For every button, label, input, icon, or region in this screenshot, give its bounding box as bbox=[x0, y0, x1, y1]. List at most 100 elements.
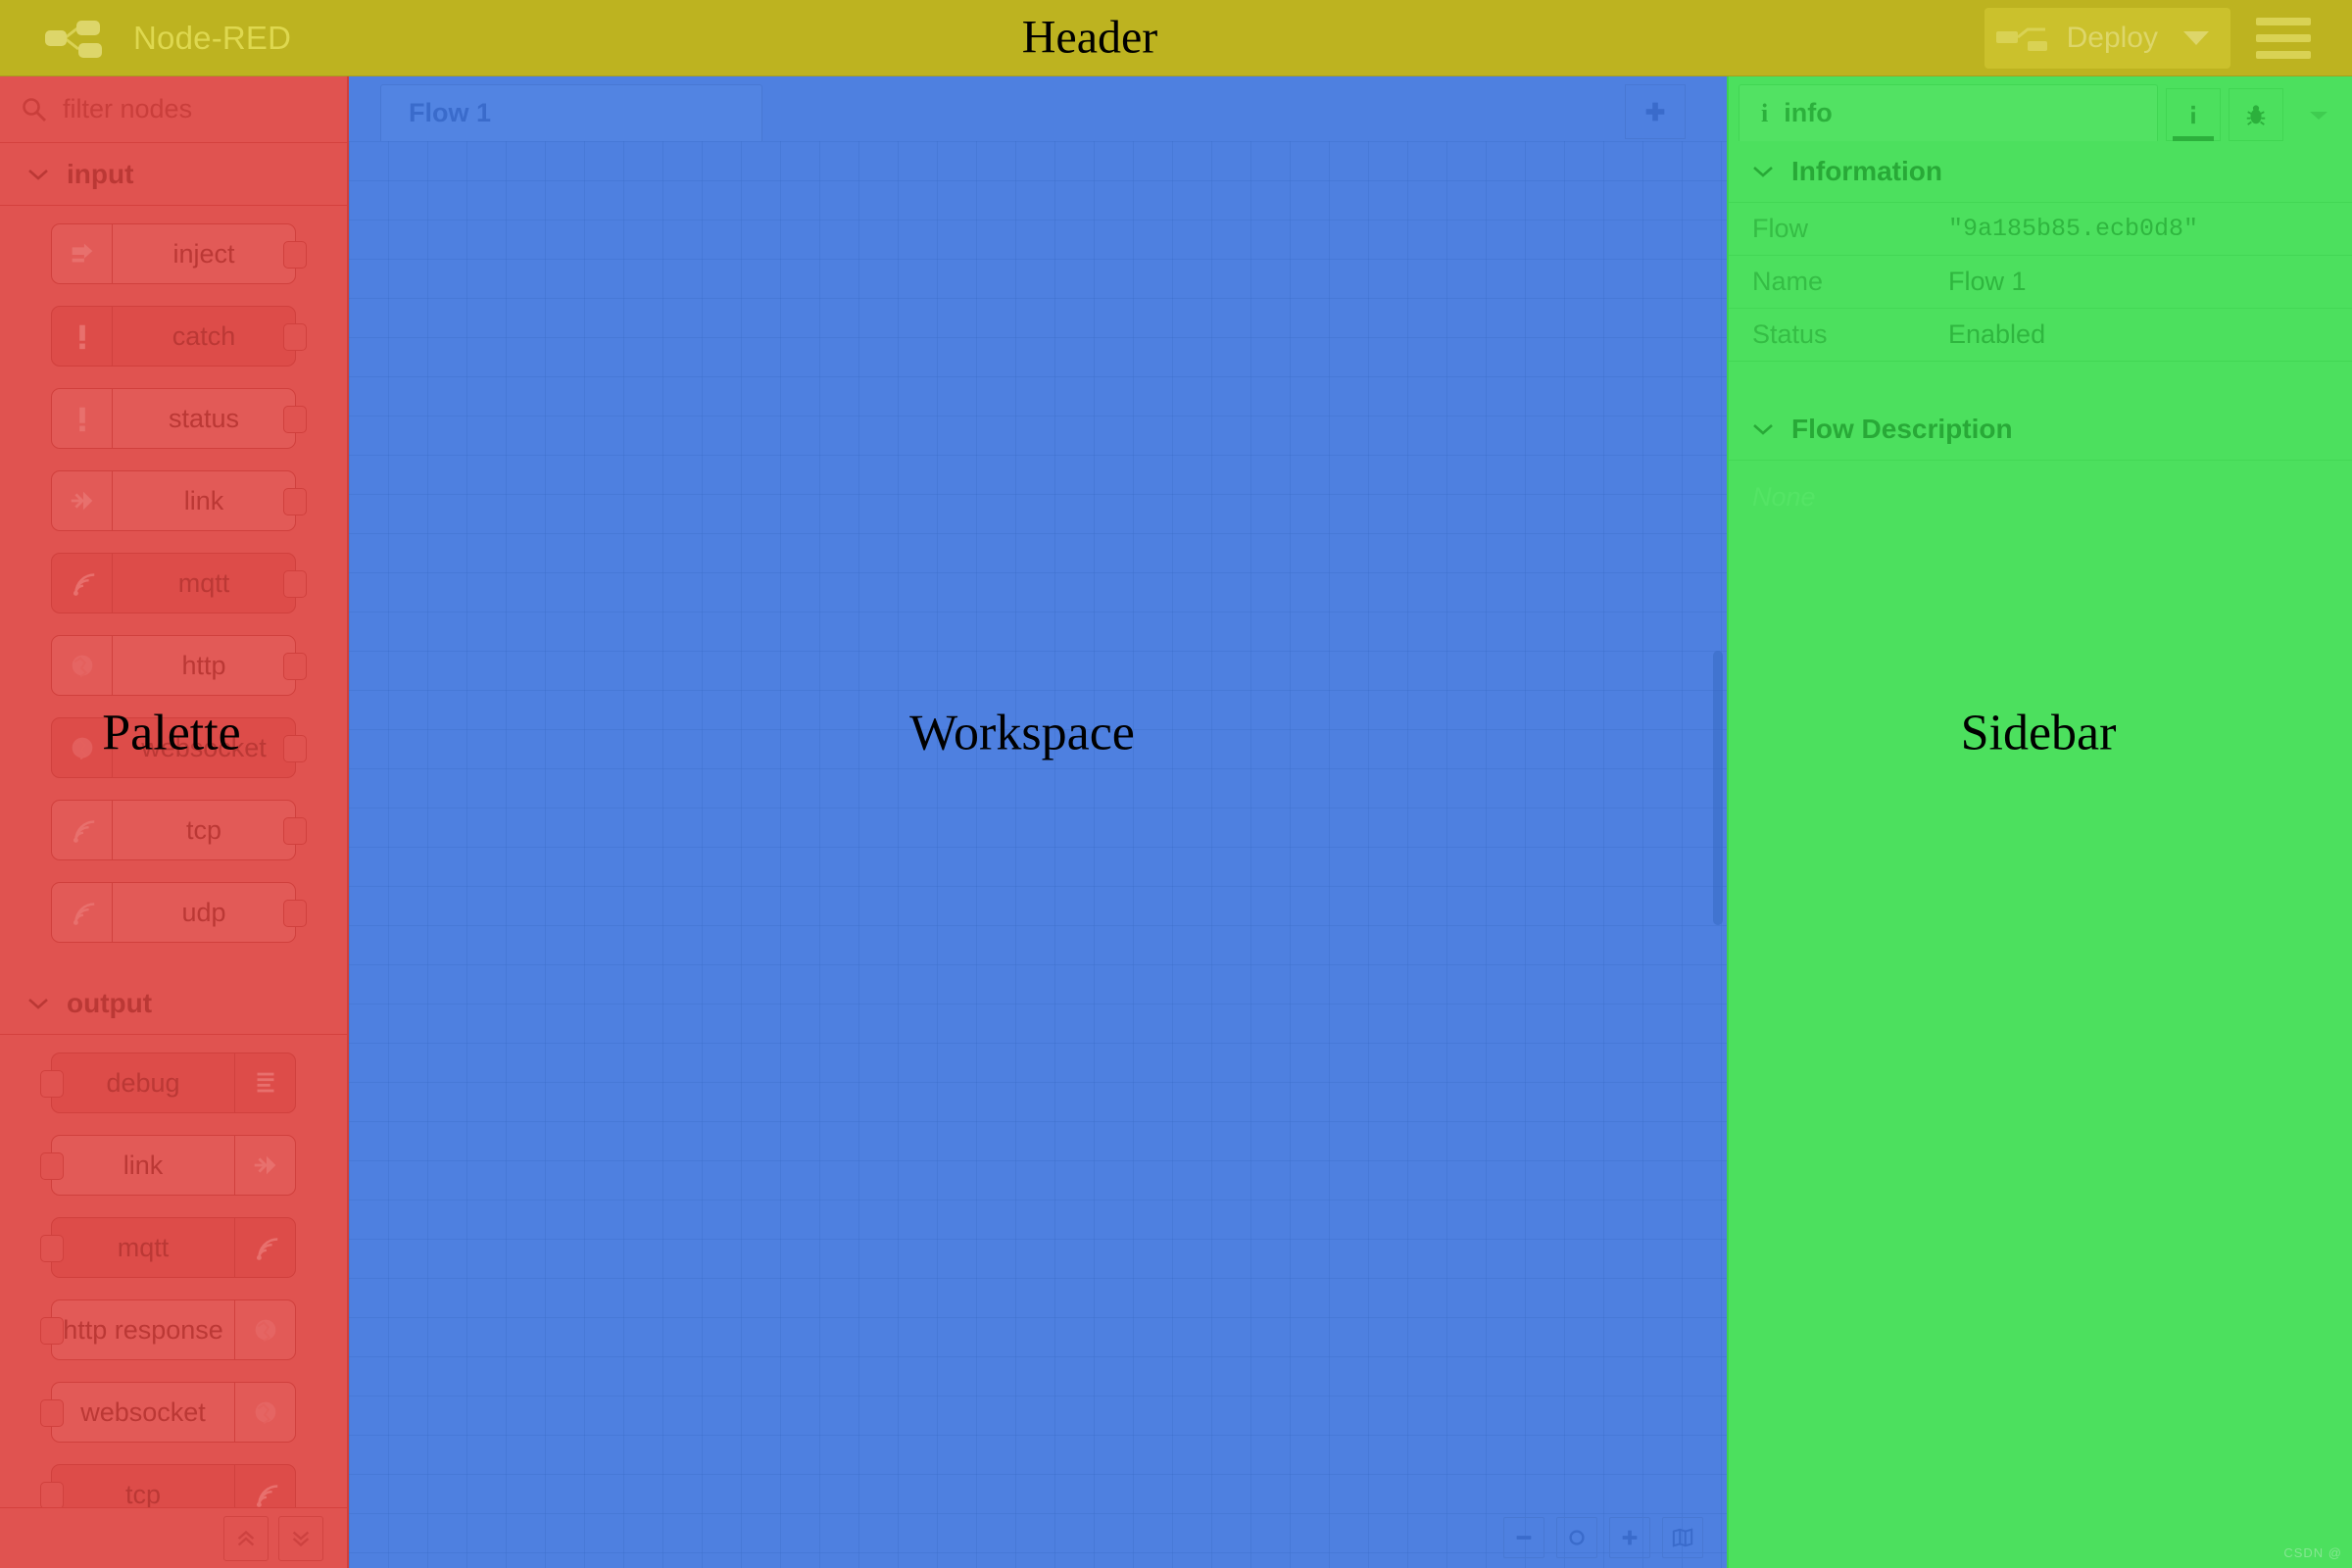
link-out-icon bbox=[234, 1136, 295, 1195]
broadcast-icon bbox=[52, 883, 113, 942]
node-output-port[interactable] bbox=[283, 570, 307, 598]
search-icon bbox=[22, 97, 47, 122]
table-row: Name Flow 1 bbox=[1729, 255, 2352, 309]
palette-node-label: websocket bbox=[80, 1396, 206, 1427]
palette-node-label: websocket bbox=[141, 732, 267, 762]
node-output-port[interactable] bbox=[283, 900, 307, 927]
palette-node-label: debug bbox=[106, 1067, 180, 1098]
globe-icon bbox=[52, 718, 113, 777]
canvas-vertical-scrollbar[interactable] bbox=[1711, 141, 1725, 1568]
deploy-button[interactable]: Deploy bbox=[1984, 7, 2230, 69]
zoom-out-button[interactable] bbox=[1503, 1517, 1544, 1558]
palette-node-label: http bbox=[181, 650, 226, 680]
info-tab-button[interactable] bbox=[2166, 88, 2221, 141]
palette-node-tcp-out[interactable]: tcp bbox=[40, 1464, 296, 1507]
debug-tab-button[interactable] bbox=[2229, 88, 2283, 141]
node-input-port[interactable] bbox=[40, 1070, 64, 1098]
sidebar-menu-button[interactable] bbox=[2291, 88, 2346, 141]
info-key: Name bbox=[1729, 255, 1925, 309]
palette-footer bbox=[0, 1507, 347, 1568]
broadcast-icon bbox=[234, 1218, 295, 1277]
sidebar: i info Information Flow "9a185b85.ecb0d8… bbox=[1727, 76, 2352, 1568]
link-in-icon bbox=[52, 471, 113, 530]
debug-lines-icon bbox=[234, 1054, 295, 1112]
watermark: CSDN @ bbox=[2283, 1545, 2342, 1560]
node-red-editor: Node-RED Deploy filter nodes input injec… bbox=[0, 0, 2352, 1568]
zoom-in-button[interactable] bbox=[1609, 1517, 1650, 1558]
node-output-port[interactable] bbox=[283, 653, 307, 680]
palette-node-label: link bbox=[183, 485, 224, 515]
node-output-port[interactable] bbox=[283, 817, 307, 845]
flow-canvas[interactable] bbox=[349, 141, 1727, 1568]
navigator-button[interactable] bbox=[1662, 1517, 1703, 1558]
table-row: Flow "9a185b85.ecb0d8" bbox=[1729, 202, 2352, 256]
node-output-port[interactable] bbox=[283, 323, 307, 351]
palette-node-inject[interactable]: inject bbox=[51, 223, 307, 284]
search-input[interactable] bbox=[61, 93, 325, 125]
map-icon bbox=[1672, 1528, 1693, 1547]
chevron-double-down-icon[interactable] bbox=[278, 1515, 323, 1561]
app-header: Node-RED Deploy bbox=[0, 0, 2352, 76]
chevron-double-up-icon[interactable] bbox=[223, 1515, 269, 1561]
broadcast-icon bbox=[52, 801, 113, 859]
node-input-port[interactable] bbox=[40, 1235, 64, 1262]
brand-title: Node-RED bbox=[133, 19, 292, 56]
palette-node-status[interactable]: status bbox=[51, 388, 307, 449]
plus-icon bbox=[1645, 102, 1665, 122]
scrollbar-thumb[interactable] bbox=[1713, 651, 1723, 925]
sidebar-tab-info[interactable]: i info bbox=[1739, 84, 2158, 141]
palette-category-input-body: inject catch status link mqtt http webso… bbox=[0, 206, 347, 972]
palette-node-http-in[interactable]: http bbox=[51, 635, 307, 696]
chevron-down-icon bbox=[1752, 422, 1774, 436]
chevron-down-icon bbox=[27, 997, 49, 1010]
node-input-port[interactable] bbox=[40, 1482, 64, 1507]
chevron-down-icon bbox=[2310, 112, 2328, 120]
palette-search[interactable] bbox=[0, 76, 347, 143]
inject-arrow-icon bbox=[52, 224, 113, 283]
deploy-label: Deploy bbox=[2066, 21, 2158, 54]
palette-node-link-in[interactable]: link bbox=[51, 470, 307, 531]
info-key: Status bbox=[1729, 308, 1925, 362]
chevron-down-icon bbox=[27, 168, 49, 181]
flow-tab-flow-1[interactable]: Flow 1 bbox=[380, 84, 762, 141]
broadcast-icon bbox=[52, 554, 113, 612]
palette-node-http-response[interactable]: http response bbox=[40, 1299, 296, 1360]
palette-category-input[interactable]: input bbox=[0, 143, 347, 206]
palette-node-udp-in[interactable]: udp bbox=[51, 882, 307, 943]
palette-node-debug[interactable]: debug bbox=[40, 1053, 296, 1113]
palette-node-mqtt-out[interactable]: mqtt bbox=[40, 1217, 296, 1278]
palette-node-link-out[interactable]: link bbox=[40, 1135, 296, 1196]
information-section-header[interactable]: Information bbox=[1729, 141, 2352, 202]
globe-icon bbox=[52, 636, 113, 695]
brand[interactable]: Node-RED bbox=[39, 16, 291, 61]
zoom-reset-button[interactable] bbox=[1556, 1517, 1597, 1558]
palette-node-websocket-in[interactable]: websocket bbox=[51, 717, 307, 778]
hamburger-menu-icon[interactable] bbox=[2242, 17, 2325, 59]
palette-category-output-body: debug link mqtt http response websocket … bbox=[0, 1035, 347, 1507]
table-row: Status Enabled bbox=[1729, 308, 2352, 362]
node-input-port[interactable] bbox=[40, 1152, 64, 1180]
deploy-node-icon bbox=[1994, 24, 2055, 53]
canvas-zoom-controls bbox=[1503, 1517, 1703, 1558]
flow-description-section-header[interactable]: Flow Description bbox=[1729, 399, 2352, 460]
palette-node-label: catch bbox=[172, 320, 236, 351]
palette-node-mqtt-in[interactable]: mqtt bbox=[51, 553, 307, 613]
palette-node-list[interactable]: input inject catch status link mqtt http… bbox=[0, 143, 347, 1507]
node-output-port[interactable] bbox=[283, 488, 307, 515]
node-output-port[interactable] bbox=[283, 735, 307, 762]
node-output-port[interactable] bbox=[283, 241, 307, 269]
chevron-down-icon[interactable] bbox=[2183, 30, 2209, 45]
palette-node-catch[interactable]: catch bbox=[51, 306, 307, 367]
broadcast-icon bbox=[234, 1465, 295, 1507]
node-input-port[interactable] bbox=[40, 1399, 64, 1427]
palette-node-websocket-out[interactable]: websocket bbox=[40, 1382, 296, 1443]
palette-node-label: http response bbox=[63, 1314, 223, 1345]
node-input-port[interactable] bbox=[40, 1317, 64, 1345]
palette: input inject bbox=[0, 76, 349, 1568]
palette-category-label: input bbox=[67, 158, 134, 189]
add-flow-button[interactable] bbox=[1625, 84, 1686, 139]
palette-category-output[interactable]: output bbox=[0, 972, 347, 1035]
node-output-port[interactable] bbox=[283, 406, 307, 433]
globe-icon bbox=[234, 1300, 295, 1359]
palette-node-tcp-in[interactable]: tcp bbox=[51, 800, 307, 860]
